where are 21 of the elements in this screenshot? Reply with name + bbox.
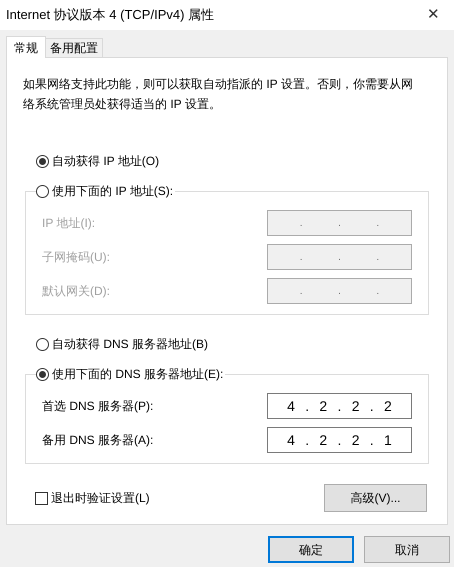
radio-button[interactable] <box>36 368 49 380</box>
field-label: IP 地址(I): <box>42 215 96 232</box>
field-label: 首选 DNS 服务器(P): <box>42 398 154 415</box>
checkbox-label[interactable]: 退出时验证设置(L) <box>51 489 150 507</box>
tab[interactable]: 常规 <box>6 36 46 58</box>
ip-address-field[interactable]: 4 . 2 . 2 . 1 <box>267 427 412 453</box>
advanced-button[interactable]: 高级(V)... <box>324 484 427 512</box>
field-label: 备用 DNS 服务器(A): <box>42 432 154 449</box>
radio-button[interactable] <box>36 338 49 350</box>
field-label: 默认网关(D): <box>42 283 110 300</box>
description-text: 如果网络支持此功能，则可以获取自动指派的 IP 设置。否则，你需要从网络系统管理员处获得适当的 IP 设置。 <box>23 76 413 113</box>
tab[interactable]: 备用配置 <box>45 38 103 57</box>
checkbox[interactable] <box>35 492 48 504</box>
field-label: 子网掩码(U): <box>42 249 110 266</box>
radio-label[interactable]: 使用下面的 DNS 服务器地址(E): <box>52 365 224 383</box>
ip-address-field[interactable]: 4 . 2 . 2 . 2 <box>267 393 412 419</box>
close-button[interactable]: ✕ <box>423 4 444 26</box>
dialog-button[interactable]: 取消 <box>364 536 450 563</box>
radio-label[interactable]: 自动获得 DNS 服务器地址(B) <box>52 335 208 353</box>
window-title: Internet 协议版本 4 (TCP/IPv4) 属性 <box>6 6 214 24</box>
dialog-button[interactable]: 确定 <box>268 536 354 563</box>
